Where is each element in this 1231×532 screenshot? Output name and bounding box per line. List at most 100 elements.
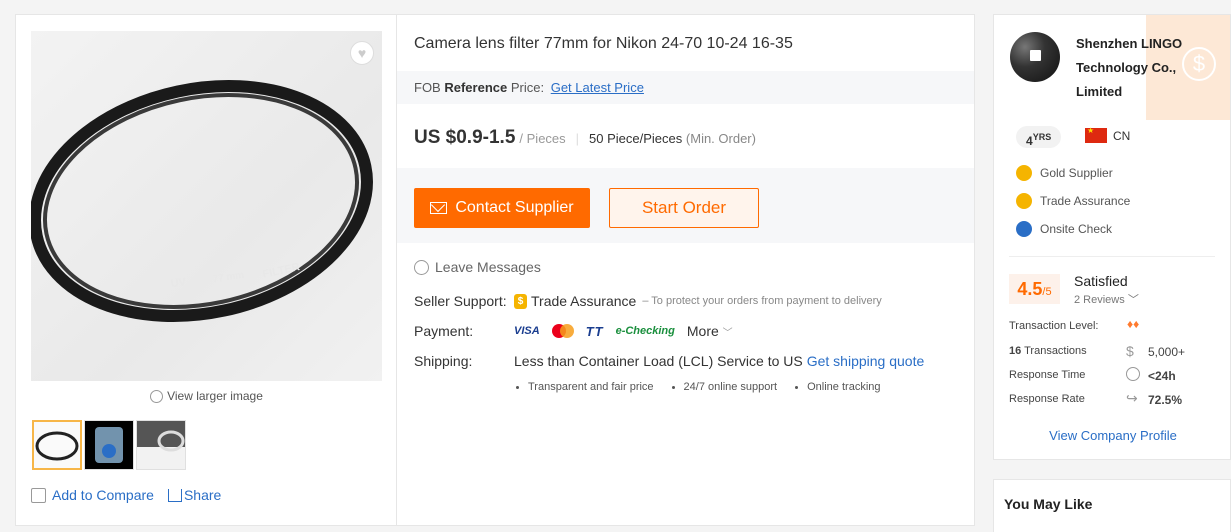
reply-arrow-icon: ↪: [1126, 390, 1138, 406]
favorite-heart-icon[interactable]: ♥: [350, 41, 374, 65]
get-shipping-quote-link[interactable]: Get shipping quote: [807, 353, 925, 369]
compare-checkbox[interactable]: [31, 487, 46, 503]
tt-icon: TT: [585, 323, 604, 339]
response-rate-value: 72.5%: [1148, 393, 1183, 407]
image-gallery: UV 77 mm FILTER ♥ View larger image Add …: [16, 15, 397, 525]
action-band: Contact Supplier Start Order: [397, 168, 974, 243]
trade-assurance-note: – To protect your orders from payment to…: [642, 295, 882, 307]
get-latest-price-link[interactable]: Get Latest Price: [551, 80, 644, 95]
satisfaction-label: Satisfied: [1074, 273, 1128, 289]
more-label: More: [686, 323, 719, 339]
trade-assurance-badge[interactable]: Trade Assurance: [1016, 193, 1130, 209]
compare-share-row: Add to Compare Share: [31, 487, 221, 503]
onsite-check-icon: [1016, 221, 1032, 237]
min-order: 50 Piece/Pieces (Min. Order): [589, 131, 756, 146]
share-icon: [167, 488, 182, 502]
contact-supplier-button[interactable]: Contact Supplier: [414, 188, 590, 228]
response-rate-label: Response Rate: [1009, 393, 1085, 405]
view-larger-image-link[interactable]: View larger image: [16, 389, 397, 404]
shipping-label: Shipping:: [414, 353, 473, 369]
thumbnail-case-image: [95, 427, 123, 463]
onsite-check-badge[interactable]: Onsite Check: [1016, 221, 1112, 237]
share-button[interactable]: Share: [167, 487, 222, 503]
visa-icon: VISA: [514, 325, 540, 337]
share-label: Share: [183, 487, 222, 503]
transactions-count: 16: [1009, 345, 1022, 357]
leave-messages-link[interactable]: Leave Messages: [414, 259, 541, 275]
you-may-like-title: You May Like: [1004, 496, 1093, 512]
payment-row: Payment: VISA TT e-Checking More ﹀: [414, 323, 733, 339]
contact-supplier-label: Contact Supplier: [455, 199, 574, 216]
mail-icon: [430, 202, 448, 214]
thumbnail-strip: [32, 420, 186, 470]
fob-suffix: Price:: [510, 80, 545, 95]
thumbnail-1[interactable]: [32, 420, 82, 470]
shipping-feature: Transparent and fair price: [514, 381, 654, 393]
thumbnail-camera-image: [137, 430, 185, 469]
payment-label: Payment:: [414, 323, 474, 339]
start-order-button[interactable]: Start Order: [609, 188, 759, 228]
transactions-value: 5,000+: [1148, 345, 1186, 359]
trade-assurance-icon: $: [514, 293, 527, 309]
clock-icon: [1126, 367, 1140, 381]
price-row: US $0.9-1.5 / Pieces | 50 Piece/Pieces (…: [414, 127, 756, 149]
thumbnail-filter-image: [35, 431, 79, 461]
transactions-label: Transactions: [1024, 345, 1087, 357]
chevron-down-icon: ﹀: [722, 328, 733, 339]
shipping-text: Less than Container Load (LCL) Service t…: [514, 353, 803, 369]
leave-messages-label: Leave Messages: [435, 259, 541, 275]
rating-score: 4.5/5: [1009, 274, 1060, 304]
reviews-dropdown[interactable]: 2 Reviews ﹀: [1074, 291, 1139, 307]
moq-value: 50 Piece/Pieces: [589, 131, 683, 146]
fob-price-row: FOB Reference Price: Get Latest Price: [397, 71, 974, 104]
thumbnail-2[interactable]: [84, 420, 134, 470]
moq-label: (Min. Order): [685, 131, 756, 146]
shipping-features: Transparent and fair price 24/7 online s…: [514, 381, 897, 393]
thumbnail-3[interactable]: [136, 420, 186, 470]
view-company-profile-link[interactable]: View Company Profile: [994, 428, 1230, 443]
years-value: 4: [1026, 134, 1033, 148]
price-value: US $0.9-1.5: [414, 127, 516, 148]
gold-supplier-badge[interactable]: Gold Supplier: [1016, 165, 1113, 181]
more-payment-button[interactable]: More ﹀: [687, 323, 733, 339]
diamond-level-icon: ♦♦: [1127, 317, 1140, 331]
shipping-row: Shipping: Less than Container Load (LCL)…: [414, 353, 924, 369]
supplier-card: $ Shenzhen LINGO Technology Co., Limited…: [993, 14, 1231, 460]
product-details: Camera lens filter 77mm for Nikon 24-70 …: [397, 15, 975, 525]
price-separator: |: [575, 131, 580, 146]
filter-label-uv: UV: [170, 276, 187, 290]
score-value: 4.5: [1017, 279, 1043, 299]
product-card: UV 77 mm FILTER ♥ View larger image Add …: [15, 14, 975, 526]
gold-supplier-icon: [1016, 165, 1032, 181]
lens-filter-image: UV 77 mm FILTER: [31, 80, 373, 322]
main-product-image[interactable]: UV 77 mm FILTER ♥: [31, 31, 382, 381]
trade-assurance-icon: [1016, 193, 1032, 209]
dollar-circle-icon: $: [1126, 343, 1134, 359]
chevron-down-icon: ﹀: [1127, 294, 1139, 306]
seller-support-label: Seller Support:: [414, 293, 507, 309]
response-time-value: <24h: [1148, 369, 1176, 383]
echecking-icon: e-Checking: [615, 325, 675, 337]
divider: [1009, 256, 1215, 257]
mastercard-icon: [551, 324, 574, 338]
years-badge: 4YRS: [1016, 126, 1062, 148]
transaction-level-label: Transaction Level:: [1009, 320, 1099, 332]
you-may-like-panel: You May Like: [993, 479, 1231, 532]
product-title: Camera lens filter 77mm for Nikon 24-70 …: [414, 35, 793, 52]
fob-bold: Reference: [444, 80, 508, 95]
score-unit: /5: [1042, 286, 1052, 298]
gold-supplier-label: Gold Supplier: [1040, 166, 1113, 180]
price-unit: / Pieces: [519, 131, 566, 146]
supplier-logo[interactable]: [1010, 32, 1060, 82]
china-flag-icon: [1085, 126, 1107, 143]
seller-support-row: Seller Support: $ Trade Assurance – To p…: [414, 293, 882, 309]
add-to-compare-link[interactable]: Add to Compare: [52, 487, 154, 503]
fob-prefix: FOB: [414, 80, 441, 95]
onsite-check-label: Onsite Check: [1040, 222, 1113, 236]
supplier-name[interactable]: Shenzhen LINGO Technology Co., Limited: [1076, 32, 1216, 104]
view-larger-label: View larger image: [167, 389, 263, 403]
country-code: CN: [1113, 129, 1131, 143]
message-bubble-icon: [414, 259, 429, 275]
reviews-count: 2 Reviews: [1074, 294, 1125, 306]
trade-assurance-label[interactable]: Trade Assurance: [531, 293, 636, 309]
